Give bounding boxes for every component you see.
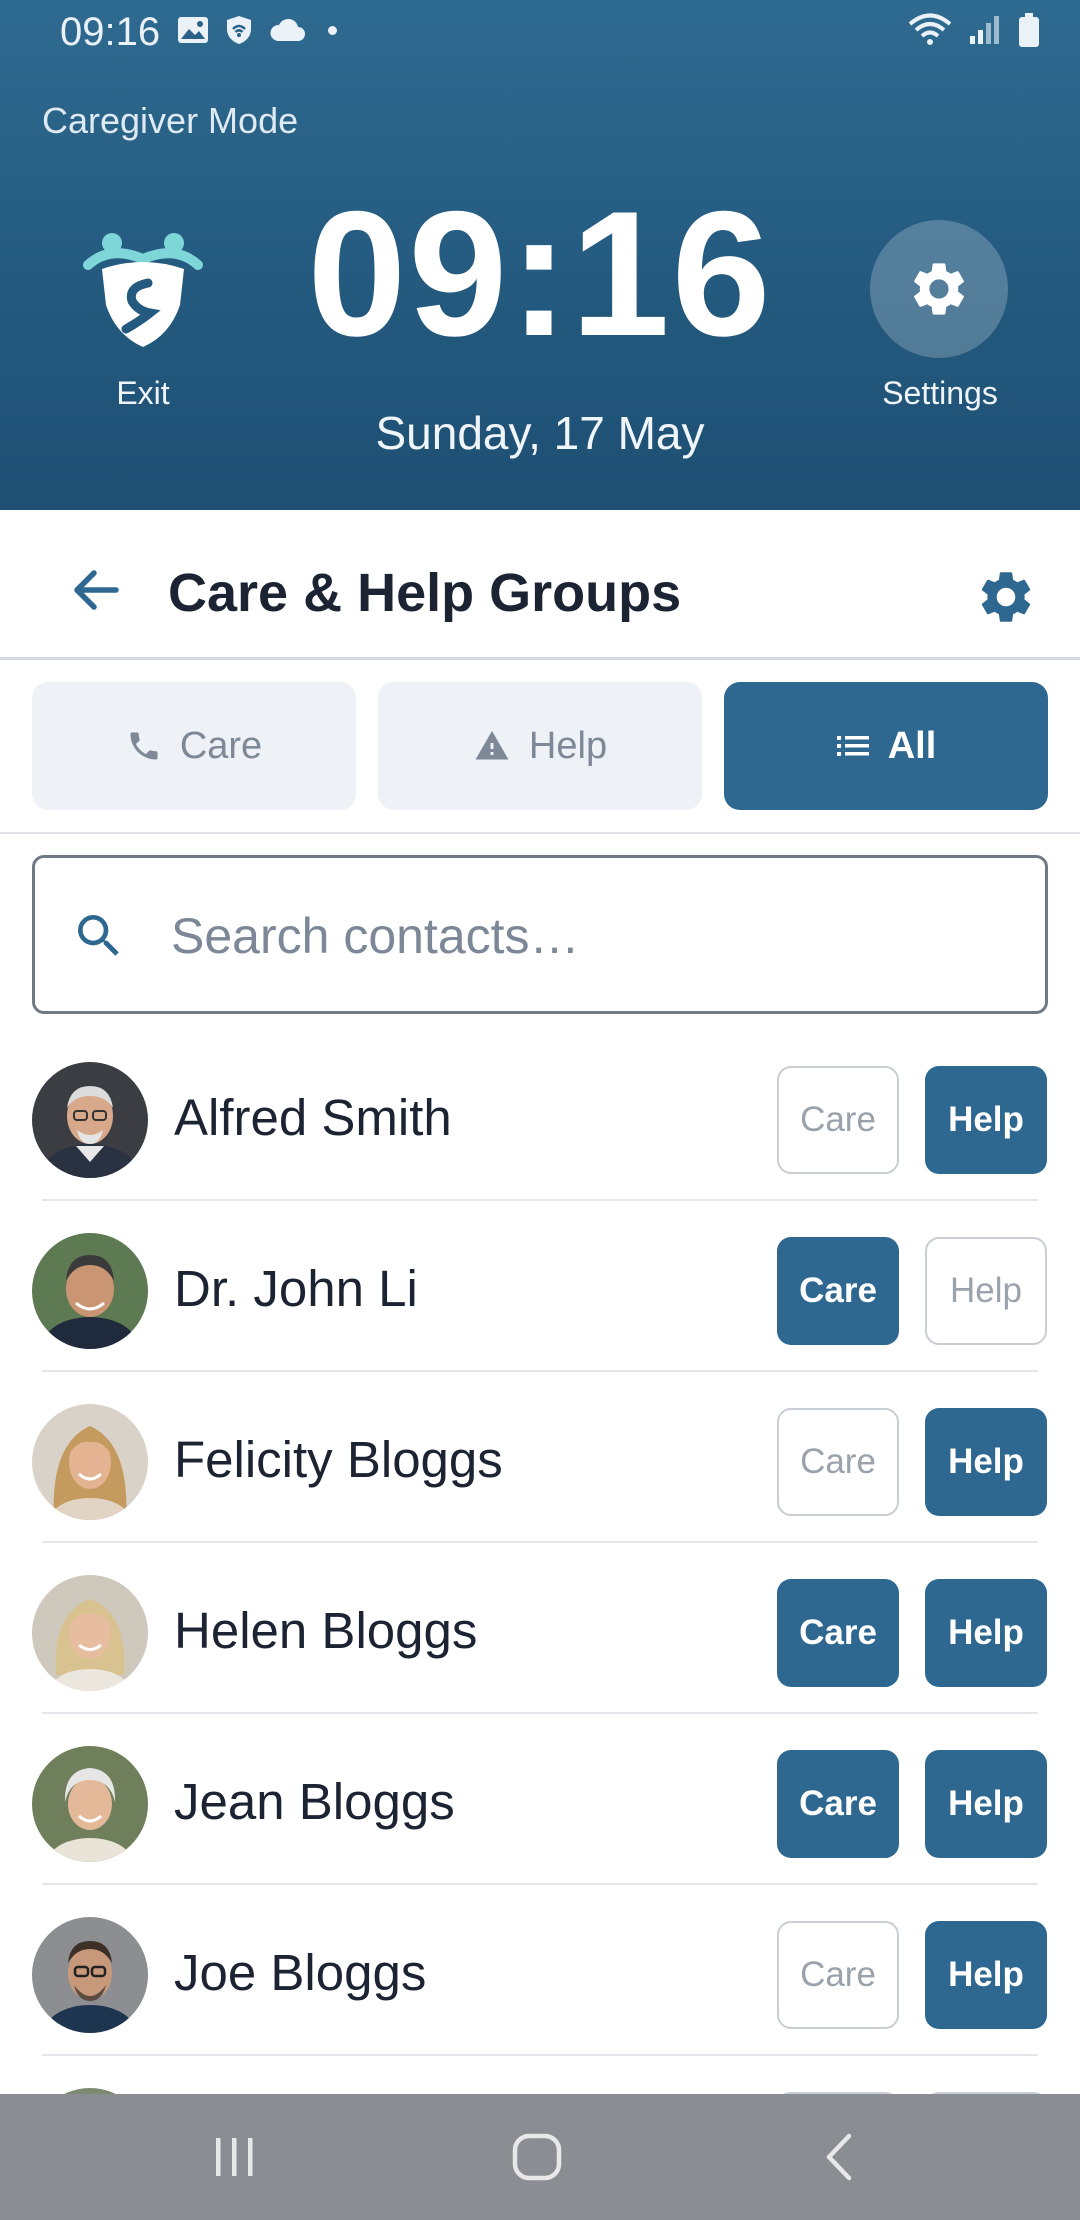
tab-help[interactable]: Help <box>378 682 702 810</box>
status-time: 09:16 <box>60 10 161 54</box>
battery-icon <box>1019 13 1039 47</box>
signal-icon <box>970 16 999 44</box>
gallery-icon <box>178 17 208 43</box>
search-box[interactable] <box>32 855 1048 1014</box>
search-input[interactable] <box>169 896 1009 976</box>
date-label: Sunday, 17 May <box>375 407 705 459</box>
avatar-photo <box>32 1746 148 1862</box>
home-icon <box>512 2133 562 2181</box>
care-toggle[interactable]: Care <box>777 1921 899 2029</box>
care-toggle[interactable]: Care <box>777 1750 899 1858</box>
contact-name: Felicity Bloggs <box>174 1431 503 1488</box>
tab-all[interactable]: All <box>724 682 1048 810</box>
system-nav-bar <box>0 2094 1080 2220</box>
care-toggle[interactable]: Care <box>777 1579 899 1687</box>
back-arrow-icon <box>74 570 119 610</box>
avatar-photo <box>32 1062 148 1178</box>
contact-name: Jean Bloggs <box>174 1773 455 1830</box>
mode-label: Caregiver Mode <box>42 100 299 141</box>
avatar <box>32 1917 148 2033</box>
care-toggle[interactable]: Care <box>777 1066 899 1174</box>
avatar-photo <box>32 1404 148 1520</box>
help-toggle[interactable]: Help <box>925 1750 1047 1858</box>
avatar-photo <box>32 1575 148 1691</box>
avatar <box>32 1233 148 1349</box>
group-filter-tabs: Care Help All <box>32 682 1048 810</box>
home-button[interactable] <box>492 2124 582 2190</box>
list-icon <box>836 736 869 756</box>
title-bar: Care & Help Groups <box>0 510 1080 660</box>
gear-icon <box>914 263 964 315</box>
avatar <box>32 1404 148 1520</box>
settings-button[interactable] <box>870 220 1008 358</box>
wifi-icon <box>908 13 952 45</box>
divider <box>0 832 1080 834</box>
contact-name: Alfred Smith <box>174 1089 452 1146</box>
help-toggle[interactable]: Help <box>925 1408 1047 1516</box>
back-button[interactable] <box>60 555 130 625</box>
care-toggle[interactable]: Care <box>777 1408 899 1516</box>
contact-name: Joe Bloggs <box>174 1944 427 2001</box>
status-bar: 09:16 <box>0 0 1080 64</box>
warning-icon <box>475 731 509 760</box>
settings-label[interactable]: Settings <box>858 375 1022 412</box>
page-title: Care & Help Groups <box>168 563 682 623</box>
tab-care[interactable]: Care <box>32 682 356 810</box>
contact-row[interactable]: Joe Bloggs Care Help <box>0 1885 1080 2056</box>
care-toggle[interactable]: Care <box>777 1237 899 1345</box>
cloud-icon <box>270 18 305 41</box>
tab-help-label: Help <box>528 724 608 767</box>
back-nav-button[interactable] <box>794 2124 884 2190</box>
contact-list: Alfred Smith Care Help Dr. John Li Care … <box>0 1030 1080 2116</box>
avatar <box>32 1746 148 1862</box>
help-toggle[interactable]: Help <box>925 1921 1047 2029</box>
avatar <box>32 1062 148 1178</box>
search-icon <box>78 915 119 956</box>
group-settings-button[interactable] <box>975 566 1037 628</box>
notification-dot-icon <box>328 25 337 35</box>
help-toggle[interactable]: Help <box>925 1237 1047 1345</box>
phone-icon <box>130 732 158 760</box>
recent-apps-icon <box>216 2138 253 2176</box>
contact-row[interactable]: Helen Bloggs Care Help <box>0 1543 1080 1714</box>
contact-name: Dr. John Li <box>174 1260 418 1317</box>
contact-row[interactable]: Dr. John Li Care Help <box>0 1201 1080 1372</box>
contact-row[interactable]: Felicity Bloggs Care Help <box>0 1372 1080 1543</box>
chevron-left-icon <box>826 2133 852 2181</box>
contact-name: Helen Bloggs <box>174 1602 478 1659</box>
recent-apps-button[interactable] <box>190 2124 280 2190</box>
contact-row[interactable]: Jean Bloggs Care Help <box>0 1714 1080 1885</box>
avatar <box>32 1575 148 1691</box>
tab-all-label: All <box>887 724 937 767</box>
shield-wifi-icon <box>227 16 251 44</box>
gear-icon <box>981 572 1031 622</box>
help-toggle[interactable]: Help <box>925 1066 1047 1174</box>
avatar-photo <box>32 1917 148 2033</box>
tab-care-label: Care <box>179 724 263 767</box>
caregiver-header: 09:16 Caregiver Mode Exit 09:16 Sunday, … <box>0 0 1080 510</box>
contact-row[interactable]: Alfred Smith Care Help <box>0 1030 1080 1201</box>
help-toggle[interactable]: Help <box>925 1579 1047 1687</box>
avatar-photo <box>32 1233 148 1349</box>
